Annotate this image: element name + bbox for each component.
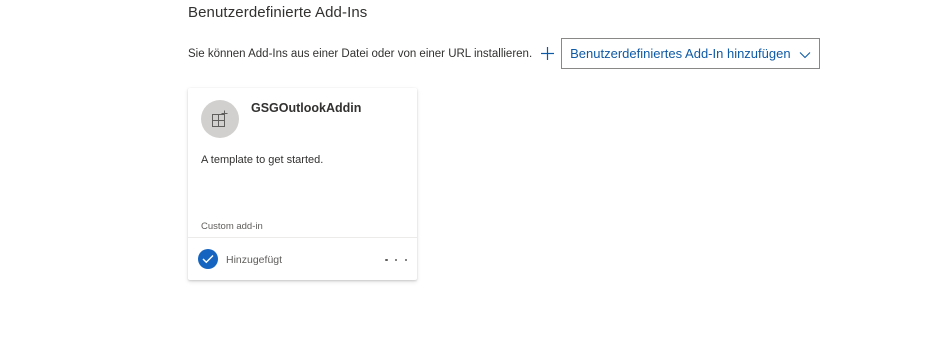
addin-title: GSGOutlookAddin: [251, 101, 362, 115]
section-title: Benutzerdefinierte Add-Ins: [188, 4, 368, 21]
checkmark-icon: [198, 249, 218, 269]
plus-icon: [541, 47, 555, 60]
install-row: Sie können Add-Ins aus einer Datei oder …: [188, 37, 820, 70]
card-divider: [188, 237, 417, 238]
addin-type: Custom add-in: [201, 221, 263, 232]
addin-glyph: [212, 110, 228, 127]
addin-icon: [201, 100, 239, 138]
install-description: Sie können Add-Ins aus einer Datei oder …: [188, 47, 533, 60]
add-custom-addin-button[interactable]: Benutzerdefiniertes Add-In hinzufügen: [561, 38, 820, 69]
more-icon: [385, 258, 388, 262]
add-custom-addin-label: Benutzerdefiniertes Add-In hinzufügen: [570, 46, 791, 61]
more-icon-dot: [394, 258, 398, 262]
addin-description: A template to get started.: [201, 154, 324, 166]
chevron-down-icon: [799, 52, 810, 59]
more-options-button[interactable]: [385, 253, 407, 267]
addin-status: Hinzugefügt: [226, 254, 283, 266]
add-custom-addin-dropdown[interactable]: Benutzerdefiniertes Add-In hinzufügen: [540, 38, 820, 69]
addin-card[interactable]: GSGOutlookAddin A template to get starte…: [188, 88, 417, 280]
checkmark-glyph: [202, 255, 214, 264]
more-icon-dot: [404, 258, 407, 262]
